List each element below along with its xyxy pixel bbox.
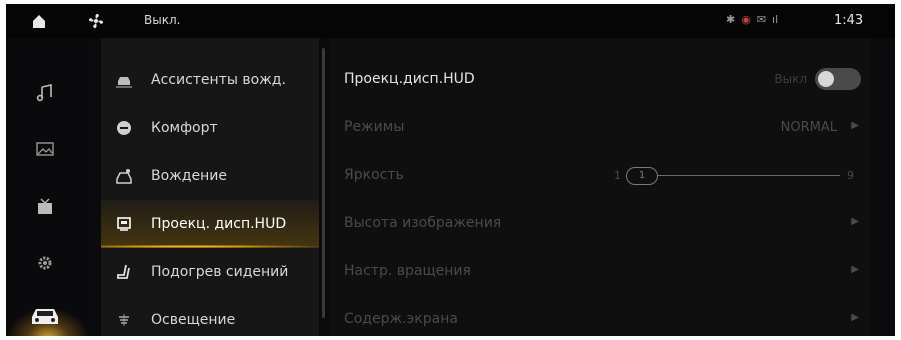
image-height-label: Высота изображения [344,215,502,231]
seat-heat-icon [115,263,133,281]
brightness-row[interactable]: Яркость 1 1 9 [330,152,871,200]
hud-toggle-label: Выкл [774,72,807,86]
menu-item-driving[interactable]: Вождение [101,152,319,200]
hud-label: Проекц.дисп.HUD [344,71,475,87]
screen-content-label: Содерж.экрана [344,311,458,327]
badge-icon: ◉ [741,13,751,26]
bluetooth-icon: ✱ [726,13,736,26]
home-icon[interactable] [30,12,48,30]
chevron-right-icon: ▶ [851,120,859,131]
gear-icon[interactable] [26,244,64,282]
slider-track[interactable] [646,175,840,176]
menu-item-label: Ассистенты вожд. [151,72,286,88]
gallery-icon[interactable] [26,130,64,168]
settings-menu: Ассистенты вожд. Комфорт Вождение Проекц… [101,38,319,336]
message-icon: ✉ [756,13,767,26]
toggle-knob [818,71,834,87]
music-icon[interactable] [26,74,64,112]
menu-item-label: Проекц. дисп.HUD [151,216,287,232]
screen-content-row[interactable]: Содерж.экрана ▶ [330,296,871,336]
hud-icon [115,215,133,233]
menu-item-comfort[interactable]: Комфорт [101,104,319,152]
lighting-icon [115,311,133,329]
hud-settings-panel: Проекц.дисп.HUD Выкл Режимы NORMAL ▶ Ярк… [330,38,871,336]
modes-label: Режимы [344,119,405,135]
brightness-slider[interactable]: 1 1 9 [614,166,854,186]
menu-item-label: Комфорт [151,120,218,136]
menu-item-label: Освещение [151,312,236,328]
fan-icon[interactable] [86,11,106,31]
driving-icon [115,167,133,185]
menu-item-label: Вождение [151,168,227,184]
chevron-right-icon: ▶ [851,264,859,275]
video-icon[interactable] [26,188,64,226]
status-icons: ✱ ◉ ✉ ıl [726,13,778,26]
chevron-right-icon: ▶ [851,216,859,227]
menu-item-hud[interactable]: Проекц. дисп.HUD [101,200,319,248]
signal-icon: ıl [772,13,779,26]
comfort-icon [115,119,133,137]
brightness-label: Яркость [344,167,404,183]
menu-scrollbar[interactable] [322,48,325,318]
car-icon[interactable] [26,296,64,334]
modes-value: NORMAL [780,120,837,135]
menu-item-seat-heating[interactable]: Подогрев сидений [101,248,319,296]
rotation-row[interactable]: Настр. вращения ▶ [330,248,871,296]
slider-min: 1 [614,169,621,182]
app-rail [6,38,90,336]
slider-max: 9 [847,169,854,182]
clock: 1:43 [834,13,864,28]
modes-row[interactable]: Режимы NORMAL ▶ [330,104,871,152]
hud-toggle-switch[interactable] [815,68,861,90]
car-infotainment-screen: Выкл. ✱ ◉ ✉ ıl 1:43 Ассистенты вожд. Ком… [6,4,895,336]
rotation-label: Настр. вращения [344,263,471,279]
menu-item-driver-assist[interactable]: Ассистенты вожд. [101,56,319,104]
menu-item-label: Подогрев сидений [151,264,289,280]
hud-toggle-row[interactable]: Проекц.дисп.HUD Выкл [330,56,871,104]
slider-thumb[interactable]: 1 [626,167,658,185]
menu-item-lighting[interactable]: Освещение [101,296,319,336]
chevron-right-icon: ▶ [851,312,859,323]
fan-status-label[interactable]: Выкл. [144,13,180,27]
hud-toggle-group[interactable]: Выкл [774,68,861,90]
driver-assist-icon [115,71,133,89]
image-height-row[interactable]: Высота изображения ▶ [330,200,871,248]
status-bar: Выкл. ✱ ◉ ✉ ıl 1:43 [6,4,895,38]
